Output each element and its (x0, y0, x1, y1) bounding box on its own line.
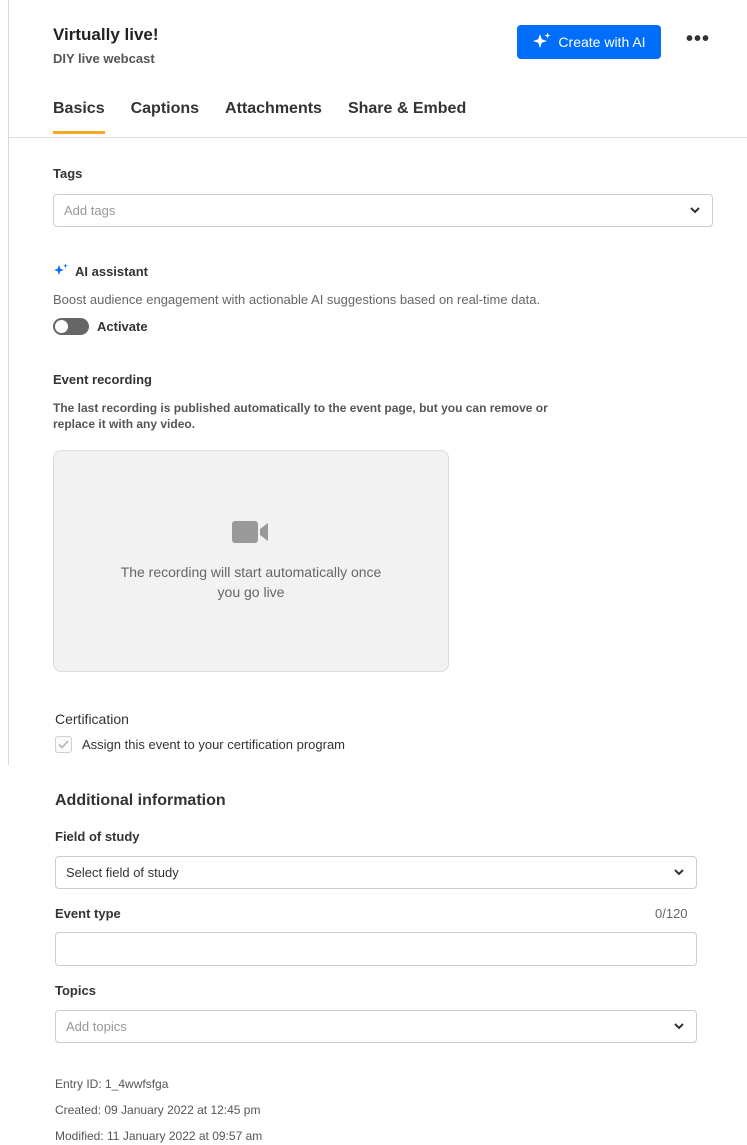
certification-checkbox-row: Assign this event to your certification … (55, 736, 345, 753)
tags-placeholder: Add tags (64, 203, 116, 218)
chevron-down-icon (672, 866, 686, 880)
topics-label: Topics (55, 983, 96, 998)
chevron-down-icon (688, 204, 702, 218)
topics-select[interactable]: Add topics (55, 1010, 697, 1043)
tab-basics[interactable]: Basics (53, 100, 105, 134)
create-with-ai-label: Create with AI (558, 34, 646, 50)
chevron-down-icon (672, 1020, 686, 1034)
event-type-counter: 0/120 (655, 906, 688, 921)
ai-assistant-description: Boost audience engagement with actionabl… (53, 292, 541, 307)
tab-bar: Basics Captions Attachments Share & Embe… (53, 100, 466, 134)
event-type-label: Event type (55, 906, 121, 921)
additional-info-title: Additional information (55, 792, 226, 809)
tags-select[interactable]: Add tags (53, 194, 713, 227)
toggle-label: Activate (97, 319, 148, 334)
create-with-ai-button[interactable]: Create with AI (517, 25, 661, 59)
event-recording-label: Event recording (53, 372, 152, 387)
certification-checkbox[interactable] (55, 736, 72, 753)
tab-captions[interactable]: Captions (131, 100, 199, 134)
field-of-study-label: Field of study (55, 829, 140, 844)
event-recording-description: The last recording is published automati… (53, 401, 548, 431)
more-options-icon: ••• (686, 28, 711, 50)
recording-placeholder-text: The recording will start automatically o… (120, 563, 382, 600)
ai-assistant-toggle-row: Activate (53, 318, 148, 335)
sparkle-icon (532, 32, 552, 53)
field-of-study-select[interactable]: Select field of study (55, 856, 697, 889)
ai-assistant-title: AI assistant (75, 264, 148, 279)
topics-placeholder: Add topics (66, 1019, 127, 1034)
video-camera-icon (232, 520, 270, 548)
sparkle-icon (53, 263, 69, 280)
entry-id: Entry ID: 1_4wwfsfga (55, 1077, 169, 1091)
field-of-study-value: Select field of study (66, 865, 179, 880)
tags-label: Tags (53, 166, 83, 181)
left-divider (8, 0, 9, 765)
modified-date: Modified: 11 January 2022 at 09:57 am (55, 1129, 263, 1143)
certification-label: Certification (55, 711, 129, 727)
tab-bar-divider (8, 137, 747, 138)
ai-assistant-label: AI assistant (53, 263, 148, 280)
toggle-knob (55, 320, 68, 333)
check-icon (58, 740, 69, 749)
tab-share-embed[interactable]: Share & Embed (348, 100, 466, 134)
event-type-input[interactable] (55, 932, 697, 966)
more-options-button[interactable]: ••• (686, 28, 711, 50)
recording-placeholder: The recording will start automatically o… (53, 450, 449, 672)
ai-assistant-toggle[interactable] (53, 318, 89, 335)
tab-attachments[interactable]: Attachments (225, 100, 322, 134)
certification-checkbox-label: Assign this event to your certification … (82, 737, 346, 752)
created-date: Created: 09 January 2022 at 12:45 pm (55, 1103, 261, 1117)
